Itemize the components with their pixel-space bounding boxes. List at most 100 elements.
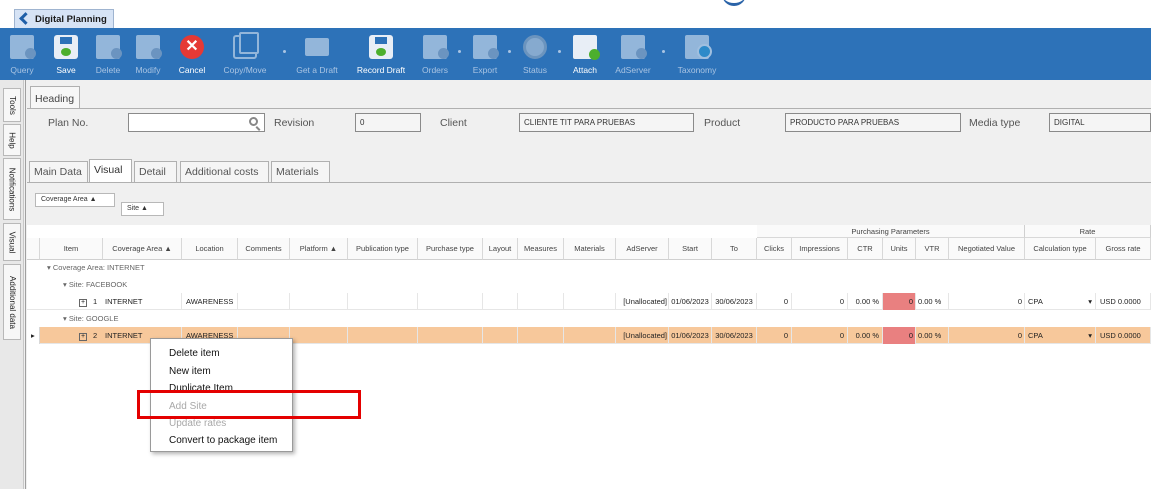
delete-icon xyxy=(96,35,122,59)
client-label: Client xyxy=(440,117,467,129)
col-layout[interactable]: Layout xyxy=(483,238,518,260)
col-impressions[interactable]: Impressions xyxy=(792,238,848,260)
sidebar-item-tools[interactable]: Tools xyxy=(3,88,21,122)
orders-icon xyxy=(423,35,449,59)
menu-item-update-rates[interactable]: Update rates xyxy=(169,418,226,429)
cell-publication-type xyxy=(348,293,418,310)
separator-dot xyxy=(558,50,561,53)
sidebar-item-help[interactable]: Help xyxy=(3,124,21,156)
band-rate: Rate xyxy=(1025,225,1151,238)
cell-platform xyxy=(290,327,348,344)
col-measures[interactable]: Measures xyxy=(518,238,564,260)
get-draft-button[interactable]: Get a Draft xyxy=(290,28,344,80)
cell-start: 01/06/2023 xyxy=(669,327,712,344)
tab-detail[interactable]: Detail xyxy=(134,161,177,183)
cell-adserver: [Unallocated] xyxy=(616,293,669,310)
separator-dot xyxy=(283,50,286,53)
cell-gross-rate: USD 0.0000 xyxy=(1096,293,1151,310)
app-icon xyxy=(19,12,32,25)
highlight-box xyxy=(137,390,361,419)
col-ctr[interactable]: CTR xyxy=(848,238,883,260)
export-icon xyxy=(473,35,499,59)
cell-comments xyxy=(238,293,290,310)
adserver-button[interactable]: AdServer xyxy=(610,28,656,80)
menu-item-delete-item[interactable]: Delete item xyxy=(169,348,220,359)
col-coverage-area[interactable]: Coverage Area ▲ xyxy=(103,238,182,260)
dropdown-arrow-icon[interactable]: ▾ xyxy=(1088,331,1092,340)
media-type-field: DIGITAL xyxy=(1049,113,1151,132)
cell-item: 1 xyxy=(93,297,98,306)
product-label: Product xyxy=(704,117,741,129)
col-vtr[interactable]: VTR xyxy=(916,238,949,260)
col-item[interactable]: Item xyxy=(40,238,103,260)
col-units[interactable]: Units xyxy=(883,238,916,260)
taxonomy-button[interactable]: Taxonomy xyxy=(670,28,724,80)
col-clicks[interactable]: Clicks xyxy=(757,238,792,260)
cell-calculation-type[interactable]: CPA ▾ xyxy=(1025,293,1096,310)
save-icon xyxy=(54,35,78,59)
cell-platform xyxy=(290,293,348,310)
row-selector-icon[interactable]: ▸ xyxy=(27,327,40,344)
col-location[interactable]: Location xyxy=(182,238,238,260)
tab-heading[interactable]: Heading xyxy=(30,86,80,109)
tab-label: Digital Planning xyxy=(35,14,107,25)
cell-calculation-type[interactable]: CPA ▾ xyxy=(1025,327,1096,344)
copy-move-button[interactable]: Copy/Move xyxy=(217,28,273,80)
revision-label: Revision xyxy=(274,117,315,129)
menu-item-new-item[interactable]: New item xyxy=(169,366,211,377)
col-platform[interactable]: Platform ▲ xyxy=(290,238,348,260)
modify-button[interactable]: Modify xyxy=(130,28,166,80)
cell-publication-type xyxy=(348,327,418,344)
adserver-icon xyxy=(621,35,647,59)
group-row-site-google[interactable]: ▾ Site: GOOGLE xyxy=(63,314,118,323)
cell-materials xyxy=(564,293,616,310)
export-button[interactable]: Export xyxy=(466,28,504,80)
tab-additional-costs[interactable]: Additional costs xyxy=(180,161,269,183)
status-icon xyxy=(523,35,547,59)
cell-to: 30/06/2023 xyxy=(712,327,757,344)
col-publication-type[interactable]: Publication type xyxy=(348,238,418,260)
col-adserver[interactable]: AdServer xyxy=(616,238,669,260)
menu-item-convert-to-package[interactable]: Convert to package item xyxy=(169,435,277,446)
col-to[interactable]: To xyxy=(712,238,757,260)
sidebar-item-notifications[interactable]: Notifications xyxy=(3,158,21,220)
col-gross-rate[interactable]: Gross rate xyxy=(1096,238,1151,260)
cancel-icon: ✕ xyxy=(180,35,204,59)
sidebar-item-visual[interactable]: Visual xyxy=(3,223,21,261)
sidebar-item-additional-data[interactable]: Additional data xyxy=(3,264,21,340)
table-row[interactable]: + 1 INTERNET AWARENESS [Unallocated] 01/… xyxy=(27,293,1151,310)
side-panel-tabs: Tools Help Notifications Visual Addition… xyxy=(0,80,24,489)
tab-materials[interactable]: Materials xyxy=(271,161,330,183)
col-start[interactable]: Start xyxy=(669,238,712,260)
cancel-button[interactable]: ✕ Cancel xyxy=(174,28,210,80)
query-button[interactable]: Query xyxy=(4,28,40,80)
record-draft-icon xyxy=(369,35,393,59)
document-tab-bar: Digital Planning xyxy=(0,0,1151,28)
col-calculation-type[interactable]: Calculation type xyxy=(1025,238,1096,260)
copy-icon xyxy=(233,32,259,59)
client-field: CLIENTE TIT PARA PRUEBAS xyxy=(519,113,694,132)
plan-no-input[interactable] xyxy=(128,113,265,132)
save-button[interactable]: Save xyxy=(48,28,84,80)
cell-impressions: 0 xyxy=(792,327,848,344)
col-comments[interactable]: Comments xyxy=(238,238,290,260)
attach-button[interactable]: Attach xyxy=(566,28,604,80)
group-chip-coverage-area[interactable]: Coverage Area ▲ xyxy=(35,193,115,207)
tab-main-data[interactable]: Main Data xyxy=(29,161,88,183)
delete-button[interactable]: Delete xyxy=(90,28,126,80)
cell-item: 2 xyxy=(93,331,98,340)
group-row-coverage[interactable]: ▾ Coverage Area: INTERNET xyxy=(47,263,145,272)
dropdown-arrow-icon[interactable]: ▾ xyxy=(1088,297,1092,306)
tab-digital-planning[interactable]: Digital Planning xyxy=(14,9,114,28)
orders-button[interactable]: Orders xyxy=(416,28,454,80)
group-chip-site[interactable]: Site ▲ xyxy=(121,202,164,216)
status-button[interactable]: Status xyxy=(516,28,554,80)
col-materials[interactable]: Materials xyxy=(564,238,616,260)
tab-visual[interactable]: Visual xyxy=(89,159,132,183)
col-purchase-type[interactable]: Purchase type xyxy=(418,238,483,260)
col-negotiated-value[interactable]: Negotiated Value xyxy=(949,238,1025,260)
search-icon[interactable] xyxy=(249,117,258,126)
record-draft-button[interactable]: Record Draft xyxy=(350,28,412,80)
group-row-site-facebook[interactable]: ▾ Site: FACEBOOK xyxy=(63,280,127,289)
separator-dot xyxy=(508,50,511,53)
